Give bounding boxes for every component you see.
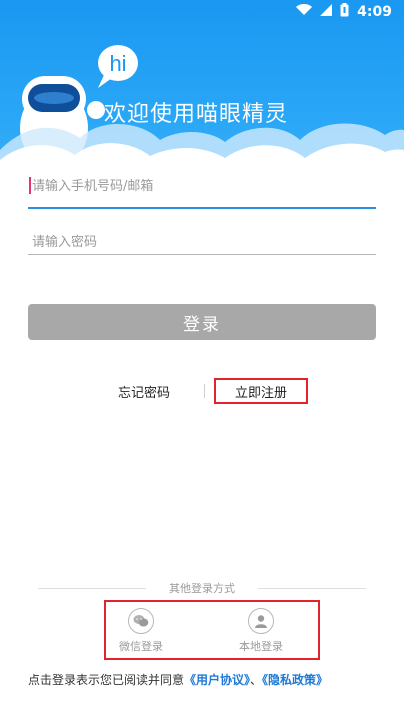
local-login-button[interactable]: 本地登录 — [226, 608, 296, 654]
local-login-label: 本地登录 — [239, 640, 283, 653]
user-icon — [248, 608, 274, 634]
status-bar: 4:09 — [0, 0, 404, 24]
login-button[interactable]: 登录 — [28, 304, 376, 340]
register-now-label: 立即注册 — [234, 385, 287, 401]
login-screen: 4:09 hi 欢迎使用喵眼精灵 登录 忘记密码 立即注册 其他登录方式 微 — [0, 0, 404, 720]
wechat-login-button[interactable]: 微信登录 — [106, 608, 176, 654]
wechat-icon — [128, 608, 154, 634]
phone-email-input[interactable] — [28, 168, 376, 204]
password-input-underline — [28, 254, 376, 255]
welcome-title: 欢迎使用喵眼精灵 — [104, 102, 289, 127]
link-divider — [204, 384, 205, 398]
agreement-prefix: 点击登录表示您已阅读并同意 — [28, 673, 185, 687]
user-agreement-link[interactable]: 《用户协议》 — [184, 673, 250, 687]
wifi-icon — [296, 4, 313, 20]
hi-text-graphic: hi — [109, 51, 126, 76]
battery-icon — [340, 3, 349, 21]
register-now-link[interactable]: 立即注册 — [214, 378, 308, 404]
other-login-divider-right — [258, 588, 366, 589]
status-time: 4:09 — [357, 4, 392, 20]
signal-icon — [320, 4, 333, 20]
privacy-policy-link[interactable]: 《隐私政策》 — [262, 673, 328, 687]
agreement-separator: 、 — [250, 673, 263, 687]
other-login-title: 其他登录方式 — [169, 582, 235, 595]
phone-input-underline — [28, 207, 376, 209]
forgot-password-link[interactable]: 忘记密码 — [118, 382, 170, 401]
svg-text:hi: hi — [109, 51, 126, 76]
other-login-divider-left — [38, 588, 146, 589]
header-banner: 4:09 hi 欢迎使用喵眼精灵 — [0, 0, 404, 175]
agreement-text: 点击登录表示您已阅读并同意《用户协议》、《隐私政策》 — [28, 672, 378, 689]
wechat-login-label: 微信登录 — [119, 640, 163, 653]
text-caret — [29, 177, 31, 194]
cloud-decoration — [0, 45, 404, 175]
